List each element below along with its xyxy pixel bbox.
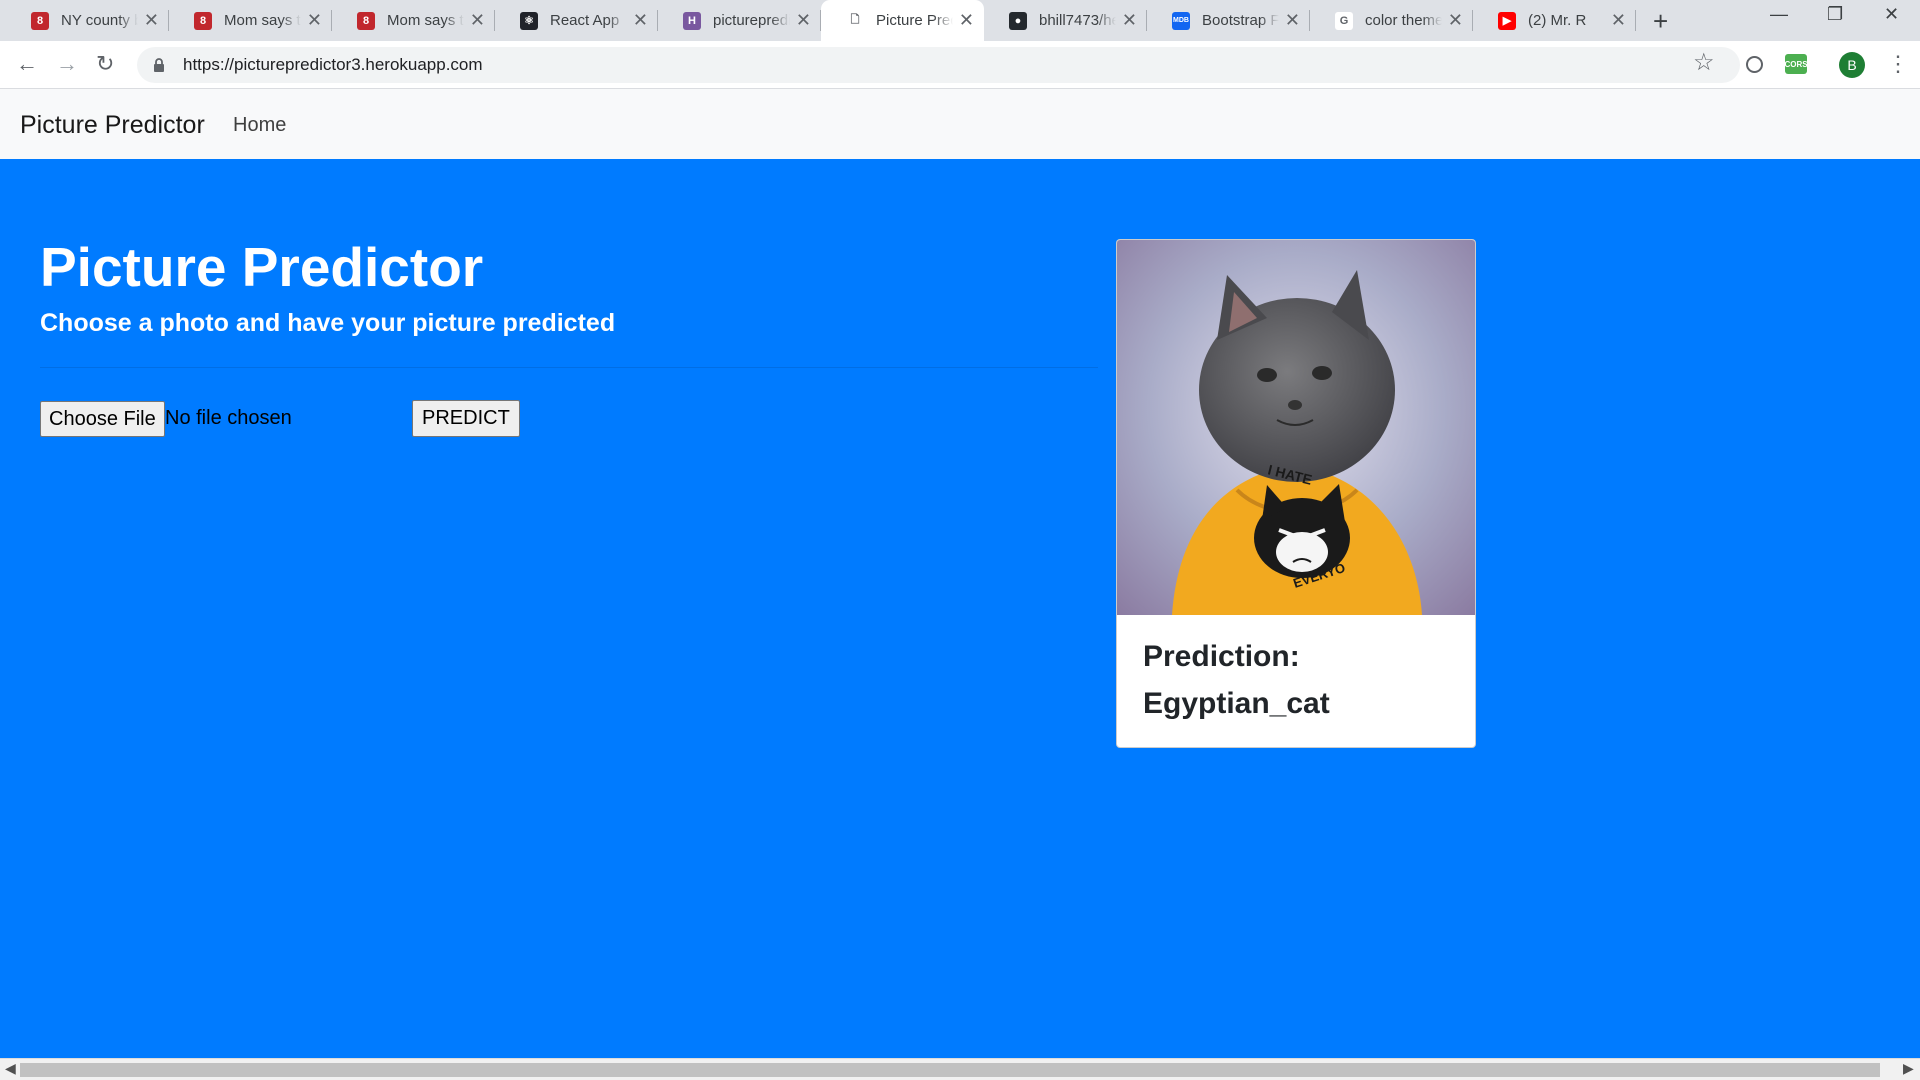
- cors-extension-icon[interactable]: CORS: [1784, 54, 1808, 74]
- tab-title: (2) Mr. R: [1528, 12, 1587, 29]
- tab-close-icon[interactable]: ✕: [1448, 10, 1463, 31]
- tab-favicon-icon: 8: [194, 11, 212, 30]
- prediction-card: I HATE EVERYO Prediction: Egyptian_cat: [1116, 239, 1476, 748]
- tab-favicon-icon: MDB: [1172, 11, 1190, 30]
- extension-icon[interactable]: [1746, 56, 1763, 73]
- browser-tab[interactable]: ● bhill7473/he ✕: [984, 0, 1147, 41]
- tab-favicon-icon: H: [683, 11, 701, 30]
- restore-icon[interactable]: ❐: [1827, 4, 1843, 25]
- predict-button[interactable]: PREDICT: [412, 400, 520, 437]
- tab-title: NY county b: [61, 12, 138, 29]
- tab-close-icon[interactable]: ✕: [633, 10, 648, 31]
- file-status-text: No file chosen: [165, 407, 292, 429]
- prediction-label: Prediction:: [1143, 640, 1300, 673]
- new-tab-icon[interactable]: +: [1653, 6, 1668, 37]
- browser-tab[interactable]: ⚛ React App ✕: [495, 0, 658, 41]
- profile-avatar[interactable]: B: [1839, 52, 1865, 78]
- tab-favicon-icon: 🗋: [846, 11, 864, 30]
- choose-file-button[interactable]: Choose File: [40, 401, 165, 437]
- browser-tab[interactable]: Gcolor theme ✕: [1310, 0, 1473, 41]
- browser-tab[interactable]: 8 Mom says te ✕: [169, 0, 332, 41]
- close-window-icon[interactable]: ✕: [1884, 4, 1899, 25]
- tab-title: React App: [550, 12, 620, 29]
- tab-title: Mom says te: [224, 12, 301, 29]
- tab-separator: [1635, 10, 1636, 31]
- tab-close-icon[interactable]: ✕: [1611, 10, 1626, 31]
- address-bar[interactable]: https://picturepredictor3.herokuapp.com: [137, 47, 1740, 83]
- uploaded-image: I HATE EVERYO: [1117, 240, 1475, 615]
- browser-tab[interactable]: ▶ (2) Mr. R ✕: [1473, 0, 1636, 41]
- bookmark-star-icon[interactable]: ☆: [1693, 48, 1715, 77]
- tab-close-icon[interactable]: ✕: [796, 10, 811, 31]
- forward-icon[interactable]: →: [56, 51, 78, 77]
- url-text: https://picturepredictor3.herokuapp.com: [183, 55, 483, 74]
- tab-strip: 8 NY county b ✕ 8 Mom says te ✕ 8 Mom says te ✕ ⚛…: [0, 0, 1920, 41]
- tab-favicon-icon: ⚛: [520, 11, 538, 30]
- tab-favicon-icon: G: [1335, 11, 1353, 30]
- tab-close-icon[interactable]: ✕: [1285, 10, 1300, 31]
- horizontal-scrollbar[interactable]: ◀ ▶: [0, 1058, 1920, 1080]
- scrollbar-thumb[interactable]: [20, 1063, 1880, 1077]
- browser-tab[interactable]: Hpicturepredi ✕: [658, 0, 821, 41]
- browser-tab[interactable]: 8 NY county b ✕: [6, 0, 169, 41]
- page-subtitle: Choose a photo and have your picture pre…: [40, 309, 616, 337]
- menu-icon[interactable]: ⋮: [1887, 51, 1909, 77]
- tab-title: bhill7473/he: [1039, 12, 1116, 29]
- page-title: Picture Predictor: [40, 236, 484, 298]
- tab-close-icon[interactable]: ✕: [1122, 10, 1137, 31]
- tab-favicon-icon: 8: [31, 11, 49, 30]
- prediction-value: Egyptian_cat: [1143, 687, 1330, 720]
- tab-close-icon[interactable]: ✕: [144, 10, 159, 31]
- tab-close-icon[interactable]: ✕: [307, 10, 322, 31]
- tab-close-icon[interactable]: ✕: [470, 10, 485, 31]
- tab-title: Mom says te: [387, 12, 464, 29]
- tab-favicon-icon: ●: [1009, 11, 1027, 30]
- nav-link-home[interactable]: Home: [233, 114, 286, 137]
- reload-icon[interactable]: ↻: [96, 51, 114, 77]
- tab-title: Picture Pred: [876, 12, 953, 29]
- navbar-brand[interactable]: Picture Predictor: [20, 111, 205, 140]
- back-icon[interactable]: ←: [16, 51, 38, 77]
- site-navbar: Picture Predictor Home: [0, 89, 1920, 159]
- tab-title: color theme: [1365, 12, 1442, 29]
- tab-title: picturepredi: [713, 12, 790, 29]
- browser-toolbar: ← → ↻ https://picturepredictor3.herokuap…: [0, 41, 1920, 89]
- browser-tab[interactable]: 🗋 Picture Pred ✕: [821, 0, 984, 41]
- browser-tab[interactable]: MDB Bootstrap Fo ✕: [1147, 0, 1310, 41]
- minimize-icon[interactable]: —: [1770, 4, 1788, 25]
- tab-close-icon[interactable]: ✕: [959, 10, 974, 31]
- scroll-left-icon[interactable]: ◀: [5, 1060, 16, 1077]
- tab-favicon-icon: ▶: [1498, 11, 1516, 30]
- divider: [40, 367, 1098, 368]
- tab-favicon-icon: 8: [357, 11, 375, 30]
- browser-tab[interactable]: 8 Mom says te ✕: [332, 0, 495, 41]
- tab-title: Bootstrap Fo: [1202, 12, 1279, 29]
- scroll-right-icon[interactable]: ▶: [1903, 1060, 1914, 1077]
- lock-icon: [154, 58, 164, 72]
